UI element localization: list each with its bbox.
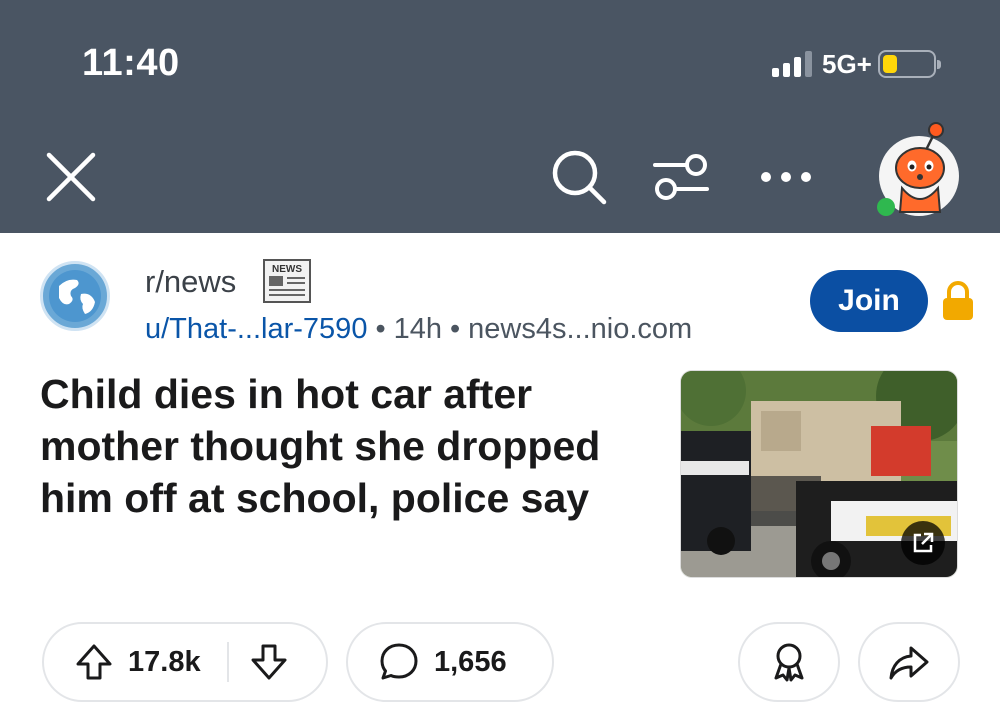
more-icon[interactable] [755,146,817,208]
link-domain[interactable]: news4s...nio.com [468,313,692,345]
share-icon [887,640,931,684]
post-title[interactable]: Child dies in hot car after mother thoug… [40,368,660,524]
external-link-icon[interactable] [901,521,945,565]
signal-icon [772,51,812,77]
community-avatar-globe-icon[interactable] [40,261,110,331]
award-icon [767,640,811,684]
search-icon[interactable] [548,146,610,208]
post-age: 14h [393,313,442,345]
author-link[interactable]: u/That-...lar-7590 [145,313,367,345]
vote-control: 17.8k [42,622,328,702]
upvote-icon[interactable] [74,642,114,682]
network-type: 5G+ [822,48,872,79]
filter-icon[interactable] [650,146,712,208]
post-thumbnail[interactable] [680,370,958,578]
status-time: 11:40 [82,42,180,84]
comments-button[interactable]: 1,656 [346,622,554,702]
downvote-icon[interactable] [249,642,289,682]
comment-icon [378,641,420,683]
award-button[interactable] [738,622,840,702]
user-avatar[interactable] [874,120,964,220]
lock-icon [940,280,976,322]
post-meta: u/That-...lar-7590 • 14h • news4s...nio.com [145,313,693,345]
battery-icon [877,50,941,78]
comment-count: 1,656 [434,645,507,678]
subreddit-name[interactable]: r/news [145,264,236,300]
close-icon[interactable] [40,146,102,208]
upvote-count: 17.8k [128,645,201,678]
status-indicators: 5G+ [772,44,941,84]
share-button[interactable] [858,622,960,702]
vote-divider [226,642,229,682]
svg-text:NEWS: NEWS [272,264,302,275]
join-button[interactable]: Join [810,270,928,332]
top-bar: 11:40 5G+ [0,0,1000,233]
newspaper-badge-icon: NEWS [262,258,312,304]
